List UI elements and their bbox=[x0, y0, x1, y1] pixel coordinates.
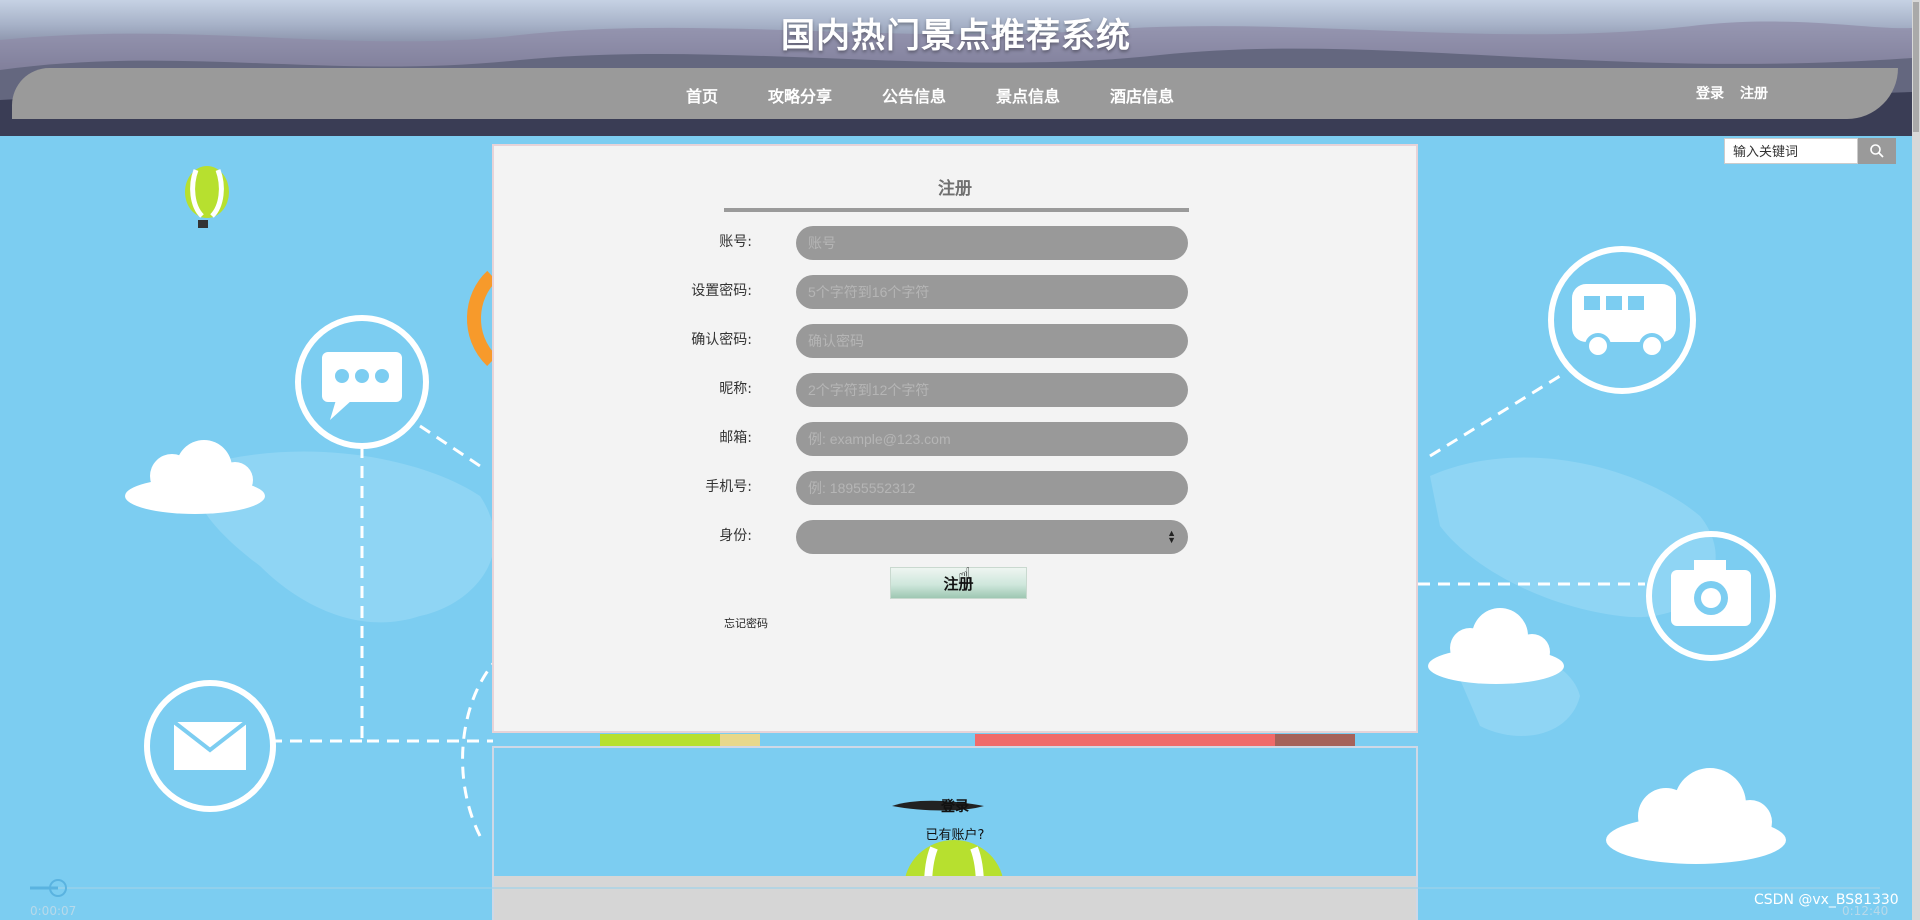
nickname-label: 昵称: bbox=[719, 381, 752, 397]
email-label: 邮箱: bbox=[719, 430, 752, 446]
confirm-password-input[interactable] bbox=[796, 324, 1188, 358]
csdn-watermark: CSDN @vx_BS81330 bbox=[1754, 892, 1899, 908]
search-input[interactable] bbox=[1724, 138, 1858, 164]
role-label: 身份: bbox=[719, 528, 752, 544]
hot-air-balloon-icon bbox=[185, 166, 229, 228]
search-button[interactable] bbox=[1858, 138, 1896, 164]
nav-announcements[interactable]: 公告信息 bbox=[882, 83, 946, 107]
nav-attractions[interactable]: 景点信息 bbox=[996, 83, 1060, 107]
register-panel: 注册 账号: 设置密码: 确认密码: 昵称: 邮箱: 手机号: 身份: ▲▼ 注… bbox=[492, 144, 1418, 733]
main-navbar: 首页 攻略分享 公告信息 景点信息 酒店信息 登录 注册 bbox=[12, 68, 1898, 119]
field-row-email: 邮箱: bbox=[654, 422, 1194, 456]
page-scrollbar[interactable] bbox=[1912, 0, 1920, 920]
nav-register-link[interactable]: 注册 bbox=[1740, 83, 1768, 103]
nav-login-link[interactable]: 登录 bbox=[1696, 83, 1724, 103]
phone-input[interactable] bbox=[796, 471, 1188, 505]
confirm-password-label: 确认密码: bbox=[691, 332, 752, 348]
field-row-phone: 手机号: bbox=[654, 471, 1194, 505]
register-title: 注册 bbox=[938, 179, 972, 199]
forgot-password-link[interactable]: 忘记密码 bbox=[724, 615, 768, 631]
site-title: 国内热门景点推荐系统 bbox=[781, 16, 1131, 56]
nav-guide-share[interactable]: 攻略分享 bbox=[768, 83, 832, 107]
password-input[interactable] bbox=[796, 275, 1188, 309]
password-label: 设置密码: bbox=[691, 283, 752, 299]
search-icon bbox=[1870, 144, 1884, 158]
nav-home[interactable]: 首页 bbox=[686, 83, 718, 107]
login-link[interactable]: 登录 bbox=[494, 796, 1416, 816]
email-input[interactable] bbox=[796, 422, 1188, 456]
select-arrows-icon: ▲ ▼ bbox=[1167, 528, 1176, 545]
scrollbar-thumb[interactable] bbox=[1913, 2, 1919, 132]
field-row-confirm-password: 确认密码: bbox=[654, 324, 1194, 358]
hand-cursor-icon: ☝ bbox=[958, 564, 972, 589]
field-row-account: 账号: bbox=[654, 226, 1194, 260]
nickname-input[interactable] bbox=[796, 373, 1188, 407]
field-row-password: 设置密码: bbox=[654, 275, 1194, 309]
role-select[interactable]: ▲ ▼ bbox=[796, 520, 1188, 554]
account-label: 账号: bbox=[719, 234, 752, 250]
phone-label: 手机号: bbox=[705, 479, 752, 495]
login-subtitle: 已有账户? bbox=[925, 828, 985, 843]
video-progress-bar[interactable] bbox=[0, 878, 1912, 898]
title-divider bbox=[724, 208, 1189, 212]
account-input[interactable] bbox=[796, 226, 1188, 260]
search-box bbox=[1724, 138, 1899, 166]
nav-hotels[interactable]: 酒店信息 bbox=[1110, 83, 1174, 107]
field-row-nickname: 昵称: bbox=[654, 373, 1194, 407]
field-row-role: 身份: ▲ ▼ bbox=[654, 520, 1194, 554]
site-header: 国内热门景点推荐系统 首页 攻略分享 公告信息 景点信息 酒店信息 登录 注册 bbox=[0, 0, 1912, 136]
video-time-elapsed: 0:00:07 bbox=[30, 904, 77, 918]
